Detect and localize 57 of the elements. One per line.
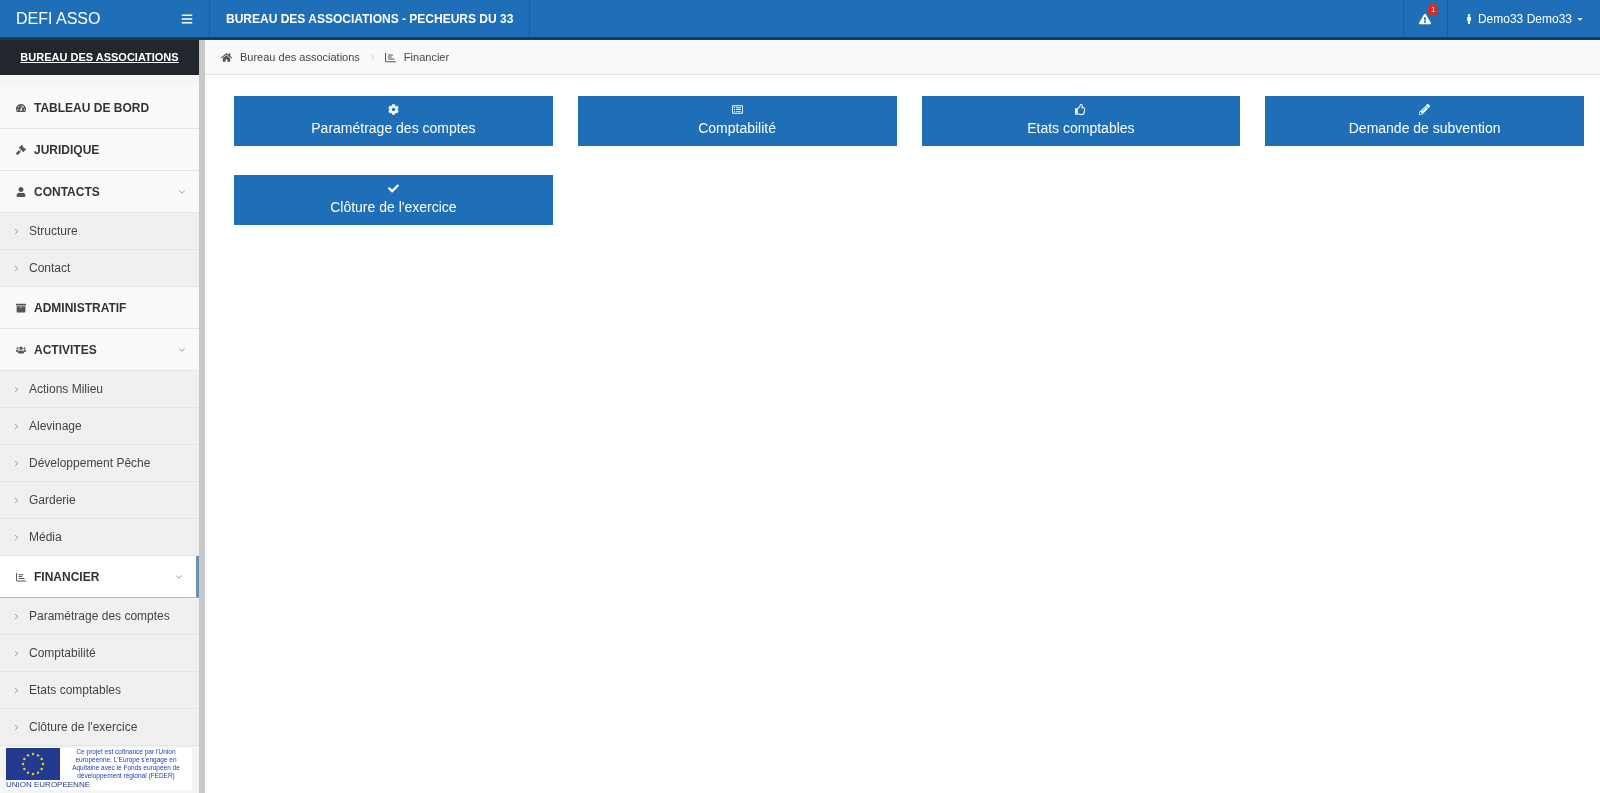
chevron-right-icon bbox=[12, 495, 21, 505]
sidebar-subitem[interactable]: Comptabilité bbox=[0, 635, 199, 672]
breadcrumb-link[interactable]: Bureau des associations bbox=[240, 48, 360, 66]
home-icon bbox=[221, 51, 232, 63]
notification-badge: 1 bbox=[1427, 4, 1439, 16]
tile-button[interactable]: Etats comptables bbox=[921, 96, 1241, 146]
tile-button[interactable]: Clôture de l'exercice bbox=[234, 175, 553, 225]
sidebar-item[interactable]: ACTIVITES bbox=[0, 329, 199, 371]
sidebar-item[interactable]: CONTACTS bbox=[0, 171, 199, 213]
alert-icon[interactable] bbox=[1419, 12, 1432, 25]
user-icon bbox=[16, 186, 26, 197]
sidebar-subitem[interactable]: Garderie bbox=[0, 482, 199, 519]
sidebar-item[interactable]: FINANCIER bbox=[0, 556, 199, 598]
eu-flag-drawing bbox=[6, 748, 60, 780]
gavel-icon bbox=[16, 144, 26, 155]
chevron-right-icon bbox=[12, 263, 21, 273]
brand-name: DEFI ASSO bbox=[16, 8, 101, 29]
sidebar-subitem[interactable]: Développement Pêche bbox=[0, 445, 199, 482]
chevron-right-icon bbox=[12, 384, 21, 394]
sidebar-subitem[interactable]: Paramétrage des comptes bbox=[0, 598, 199, 635]
user-menu[interactable]: Demo33 Demo33 bbox=[1446, 0, 1600, 37]
sidebar-subitem[interactable]: Clôture de l'exercice bbox=[0, 709, 199, 746]
check-icon bbox=[387, 182, 399, 194]
page-title: BUREAU DES ASSOCIATIONS - PECHEURS DU 33 bbox=[226, 10, 514, 28]
breadcrumb-link[interactable]: Financier bbox=[403, 48, 450, 66]
chevron-right-icon bbox=[12, 458, 21, 468]
thumbs-up-icon bbox=[1075, 103, 1087, 115]
chevron-right-icon bbox=[12, 421, 21, 431]
settings-icon bbox=[387, 103, 399, 115]
sidebar-subitem[interactable]: Alevinage bbox=[0, 408, 199, 445]
tile-button[interactable]: Paramétrage des comptes bbox=[234, 96, 553, 146]
chevron-right-icon bbox=[12, 648, 21, 658]
sidebar-item[interactable]: JURIDIQUE bbox=[0, 129, 199, 171]
users-icon bbox=[16, 344, 26, 355]
bar-chart-icon bbox=[384, 51, 396, 63]
tile-button[interactable]: Demande de subvention bbox=[1265, 96, 1584, 146]
sidebar-item[interactable]: TABLEAU DE BORD bbox=[0, 87, 199, 129]
sidebar-heading[interactable]: BUREAU DES ASSOCIATIONS bbox=[20, 49, 179, 66]
menu-icon[interactable] bbox=[181, 12, 193, 25]
sidebar-subitem[interactable]: Etats comptables bbox=[0, 672, 199, 709]
chevron-right-icon bbox=[12, 611, 21, 621]
chevron-right-icon bbox=[12, 685, 21, 695]
dashboard-icon bbox=[16, 102, 26, 113]
list-icon bbox=[731, 103, 743, 115]
sidebar-subitem[interactable]: Structure bbox=[0, 213, 199, 250]
sidebar-item[interactable]: ADMINISTRATIF bbox=[0, 287, 199, 329]
chevron-right-icon bbox=[12, 226, 21, 236]
tile-button[interactable]: Comptabilité bbox=[577, 96, 897, 146]
pencil-icon bbox=[1419, 103, 1431, 115]
chevron-right-icon bbox=[12, 532, 21, 542]
sidebar-subitem[interactable]: Média bbox=[0, 519, 199, 556]
bar-chart-icon bbox=[16, 571, 26, 582]
eu-caption: UNION EUROPEENNE bbox=[6, 780, 91, 790]
archive-icon bbox=[16, 302, 26, 313]
chevron-right-icon bbox=[12, 722, 21, 732]
sidebar-subitem[interactable]: Actions Milieu bbox=[0, 371, 199, 408]
sidebar-subitem[interactable]: Contact bbox=[0, 250, 199, 287]
